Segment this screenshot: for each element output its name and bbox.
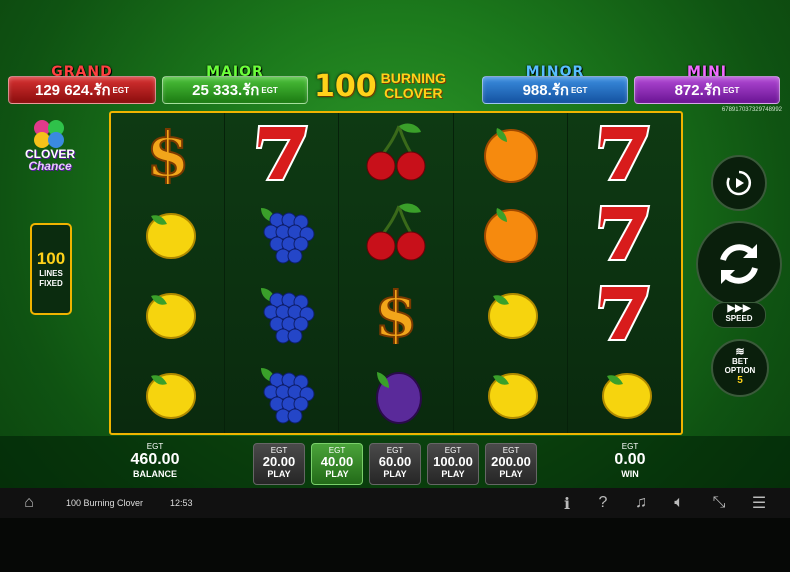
bet-button-3[interactable]: EGT 60.00 PLAY (369, 443, 421, 485)
lemon-icon (111, 193, 224, 273)
orange-icon (454, 193, 567, 273)
fast-forward-icon: ▶▶▶ (727, 303, 751, 314)
grapes-icon (225, 193, 338, 273)
lemon-icon (454, 273, 567, 353)
grapes-icon (225, 353, 338, 433)
bet-button-5[interactable]: EGT 200.00 PLAY (485, 443, 537, 485)
jackpot-minor-value: 988. (522, 81, 552, 99)
bet-option-value: 5 (737, 375, 743, 386)
lines-fixed-panel: 100 LINES FIXED (30, 223, 72, 315)
dollar-icon: $ (339, 273, 452, 353)
orange-icon (454, 113, 567, 193)
balance-value: 460.00 (130, 451, 180, 468)
sound-off-icon[interactable]: 🔈︎ (668, 488, 690, 518)
speed-button[interactable]: ▶▶▶ SPEED (712, 302, 766, 328)
reel-1: $ (111, 113, 226, 433)
jackpot-major-value: 25 333. (192, 81, 243, 99)
seven-icon (568, 193, 681, 273)
cherry-icon (339, 113, 452, 193)
seven-icon (568, 113, 681, 193)
bet-button-1[interactable]: EGT 20.00 PLAY (253, 443, 305, 485)
svg-text:$: $ (146, 122, 189, 184)
game-title-number: 100 (314, 68, 377, 104)
jackpot-grand-value: 129 624. (35, 81, 94, 99)
lines-number: 100 (36, 249, 66, 268)
bet-button-4[interactable]: EGT 100.00 PLAY (427, 443, 479, 485)
reel-3: $ (339, 113, 454, 433)
home-icon[interactable]: ⌂ (18, 488, 40, 518)
win-display: EGT 0.00 WIN (590, 442, 670, 479)
autoplay-icon (726, 170, 752, 196)
game-name: 100 Burning Clover (66, 498, 144, 508)
clover-chance-logo: CLOVER Chance (18, 114, 82, 178)
game-title: 100 BURNING CLOVER (314, 68, 446, 104)
seven-icon (568, 273, 681, 353)
lemon-icon (454, 353, 567, 433)
lemon-icon (568, 353, 681, 433)
lemon-icon (111, 353, 224, 433)
spin-icon (720, 244, 758, 284)
jackpot-grand: GRAND 129 624. รัก EGT (8, 64, 156, 104)
music-off-icon[interactable]: ♫ (630, 488, 652, 518)
grapes-icon (225, 273, 338, 353)
clock: 12:53 (170, 498, 193, 508)
reel-2 (225, 113, 340, 433)
dollar-icon: $ (111, 113, 224, 193)
footer-blank (0, 518, 790, 572)
seven-icon (225, 113, 338, 193)
ticket-id: 678917037329748992 (721, 107, 782, 113)
logo-line2: Chance (28, 159, 72, 173)
bet-button-2[interactable]: EGT 40.00 PLAY (311, 443, 363, 485)
reel-5 (568, 113, 681, 433)
win-value: 0.00 (614, 451, 646, 468)
lemon-icon (111, 273, 224, 353)
bet-option-button[interactable]: ≋ BET OPTION 5 (711, 339, 769, 397)
jackpot-major: MAJOR 25 333. รัก EGT (162, 64, 308, 104)
info-icon[interactable]: i (556, 488, 578, 518)
reels-area: $ $ (109, 111, 683, 435)
plum-icon (339, 353, 452, 433)
menu-icon[interactable]: ☰ (748, 488, 770, 518)
spin-button[interactable] (696, 221, 782, 307)
help-icon[interactable]: ? (592, 488, 614, 518)
jackpot-mini-value: 872. (674, 81, 704, 99)
reel-4 (454, 113, 568, 433)
jackpot-mini: MINI 872. รัก EGT (634, 64, 780, 104)
autoplay-button[interactable] (711, 155, 767, 211)
jackpot-minor: MINOR 988. รัก EGT (482, 64, 628, 104)
chips-icon: ≋ (735, 346, 745, 358)
fullscreen-exit-icon[interactable]: ⤡ (708, 488, 730, 518)
svg-text:$: $ (374, 282, 417, 344)
cherry-icon (339, 193, 452, 273)
balance-display: EGT 460.00 BALANCE (115, 442, 195, 479)
